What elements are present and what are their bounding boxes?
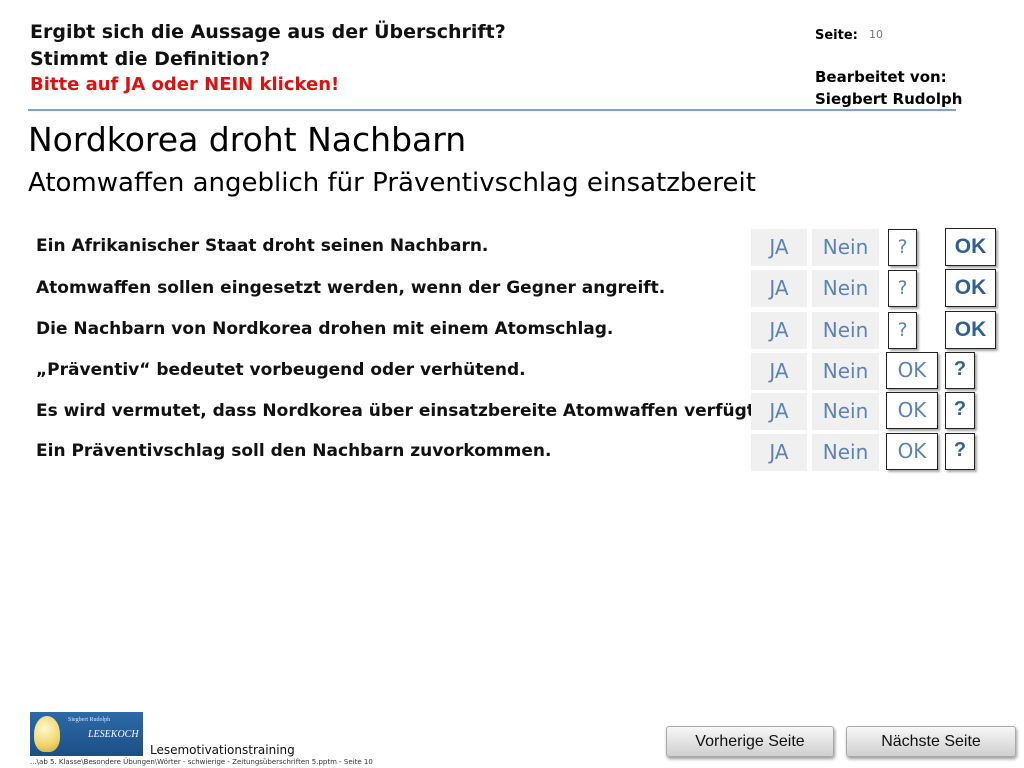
nein-button[interactable]: Nein xyxy=(812,270,879,307)
statement-text: Ein Afrikanischer Staat droht seinen Nac… xyxy=(36,236,489,256)
lightbulb-icon xyxy=(34,716,60,752)
previous-page-button[interactable]: Vorherige Seite xyxy=(666,726,834,757)
ja-button[interactable]: JA xyxy=(751,393,807,430)
instruction-line-1: Ergibt sich die Aussage aus der Überschr… xyxy=(30,21,506,43)
statement-text: „Präventiv“ bedeutet vorbeugend oder ver… xyxy=(36,360,526,380)
instruction-line-3: Bitte auf JA oder NEIN klicken! xyxy=(30,74,340,95)
question-box[interactable]: ? xyxy=(945,392,975,429)
ja-button[interactable]: JA xyxy=(751,270,807,307)
question-box[interactable]: ? xyxy=(888,229,917,266)
page-number: 10 xyxy=(869,28,883,41)
page-subtitle: Atomwaffen angeblich für Präventivschlag… xyxy=(28,168,756,198)
page-title: Nordkorea droht Nachbarn xyxy=(28,120,467,159)
lesekoch-logo: Siegbert Rudolph LESEKOCH xyxy=(30,712,143,756)
file-path: ...\ab 5. Klasse\Besondere Übungen\Wörte… xyxy=(30,758,373,766)
logo-brand: LESEKOCH xyxy=(88,729,139,740)
nein-button[interactable]: Nein xyxy=(812,229,879,266)
question-box[interactable]: ? xyxy=(945,352,975,389)
ok-box[interactable]: OK xyxy=(945,228,996,266)
ja-button[interactable]: JA xyxy=(751,312,807,349)
editor-label: Bearbeitet von: xyxy=(815,68,947,86)
ja-button[interactable]: JA xyxy=(751,353,807,390)
question-box[interactable]: ? xyxy=(888,312,917,349)
ja-button[interactable]: JA xyxy=(751,229,807,266)
nein-button[interactable]: Nein xyxy=(812,312,879,349)
ok-box[interactable]: OK xyxy=(945,311,996,349)
nein-button[interactable]: Nein xyxy=(812,353,879,390)
training-label: Lesemotivationstraining xyxy=(150,743,295,757)
ok-box[interactable]: OK xyxy=(886,352,938,389)
editor-name: Siegbert Rudolph xyxy=(815,90,963,108)
instruction-line-2: Stimmt die Definition? xyxy=(30,48,271,70)
statement-text: Ein Präventivschlag soll den Nachbarn zu… xyxy=(36,441,552,461)
question-box[interactable]: ? xyxy=(945,433,975,470)
next-page-button[interactable]: Nächste Seite xyxy=(846,726,1016,757)
page-label: Seite: xyxy=(815,28,858,43)
statement-text: Es wird vermutet, dass Nordkorea über ei… xyxy=(36,401,762,421)
statement-text: Die Nachbarn von Nordkorea drohen mit ei… xyxy=(36,319,614,339)
ok-box[interactable]: OK xyxy=(945,269,996,307)
logo-author: Siegbert Rudolph xyxy=(68,717,111,723)
question-box[interactable]: ? xyxy=(888,270,917,307)
ok-box[interactable]: OK xyxy=(886,392,938,429)
statement-text: Atomwaffen sollen eingesetzt werden, wen… xyxy=(36,278,666,298)
ok-box[interactable]: OK xyxy=(886,433,938,470)
nein-button[interactable]: Nein xyxy=(812,434,879,471)
ja-button[interactable]: JA xyxy=(751,434,807,471)
header-divider xyxy=(28,109,956,111)
editor-info: Bearbeitet von: Siegbert Rudolph xyxy=(815,66,962,110)
nein-button[interactable]: Nein xyxy=(812,393,879,430)
